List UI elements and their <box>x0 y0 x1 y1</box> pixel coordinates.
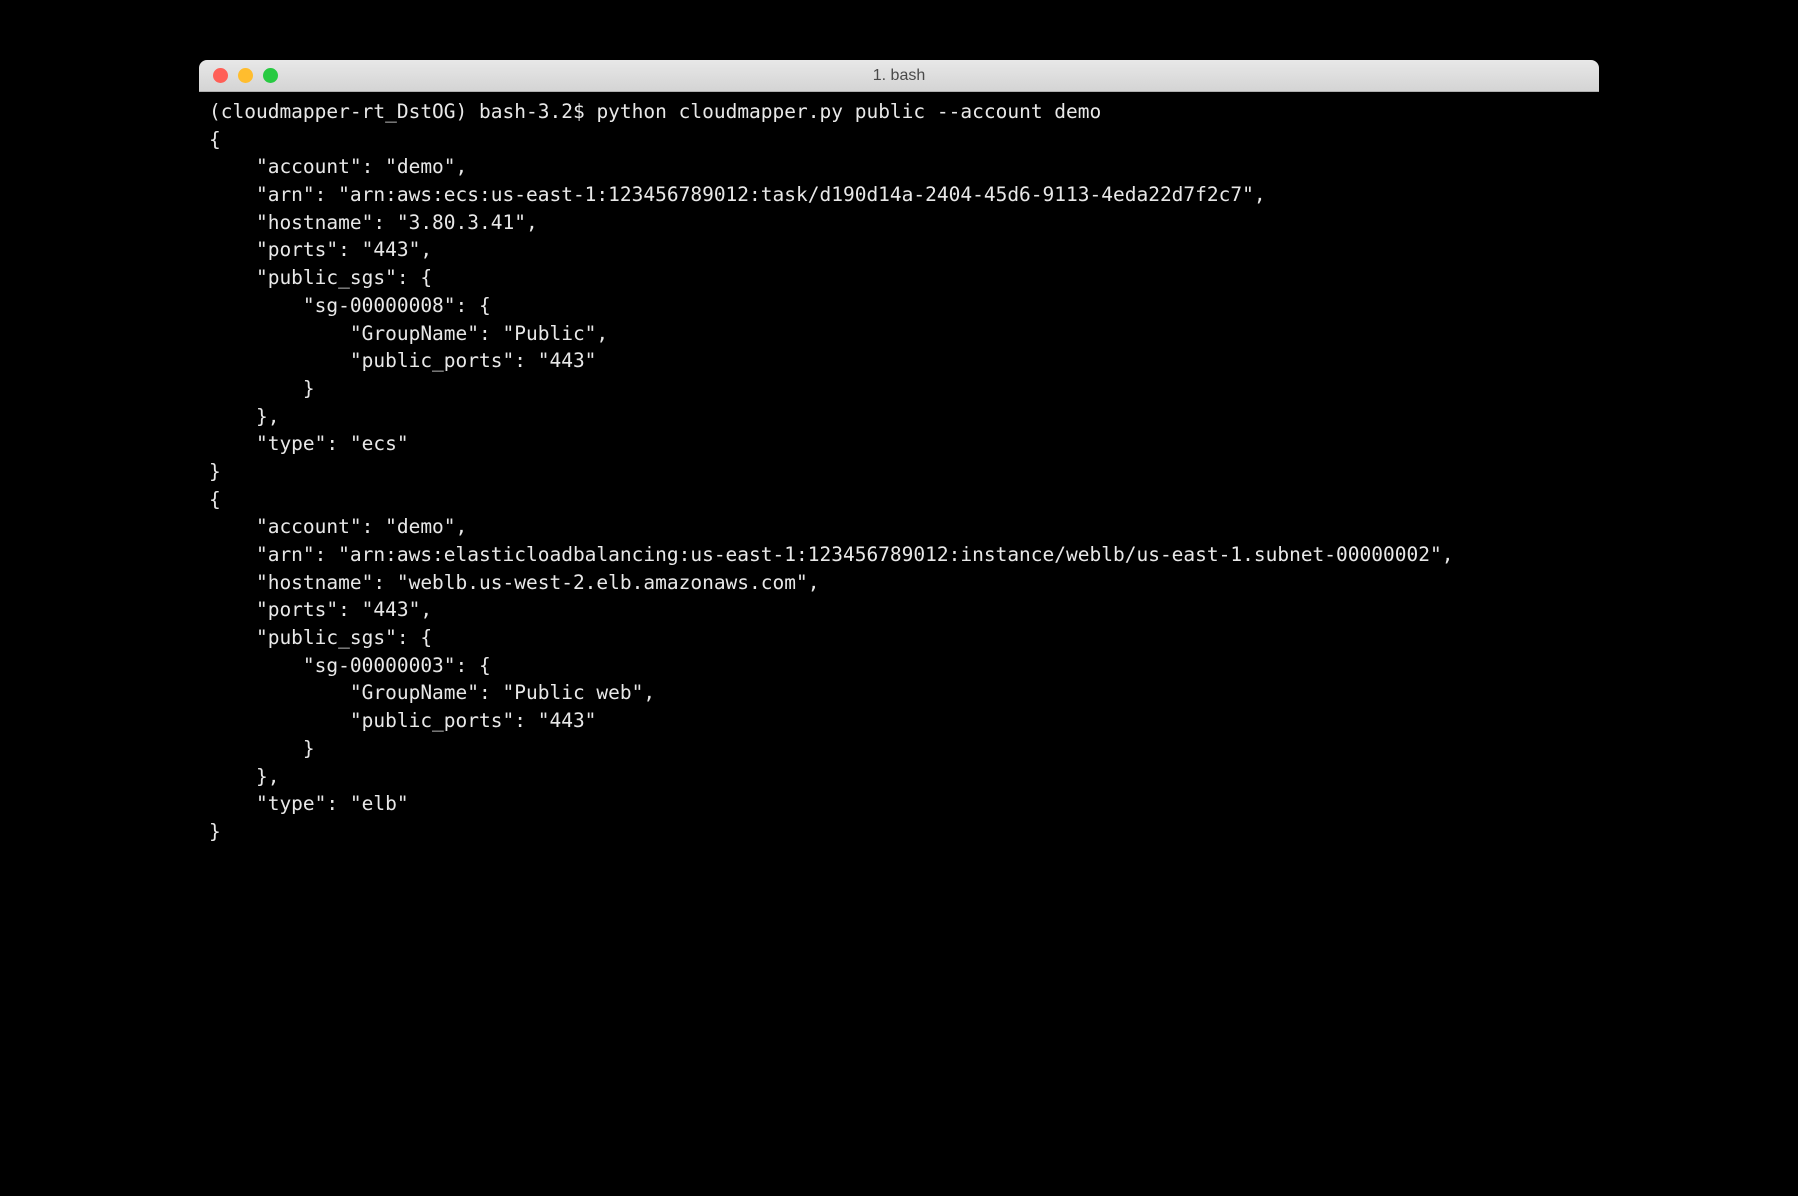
output-line: }, <box>209 405 279 428</box>
output-line: } <box>209 820 221 843</box>
output-line: "hostname": "weblb.us-west-2.elb.amazona… <box>209 571 819 594</box>
output-line: "type": "elb" <box>209 792 409 815</box>
close-button[interactable] <box>213 68 228 83</box>
output-line: "GroupName": "Public web", <box>209 681 655 704</box>
output-line: "public_ports": "443" <box>209 349 596 372</box>
output-line: { <box>209 488 221 511</box>
prompt-env: (cloudmapper-rt_DstOG) <box>209 100 479 123</box>
output-line: "public_sgs": { <box>209 266 432 289</box>
terminal-body[interactable]: (cloudmapper-rt_DstOG) bash-3.2$ python … <box>199 92 1599 962</box>
output-line: "hostname": "3.80.3.41", <box>209 211 538 234</box>
output-line: "GroupName": "Public", <box>209 322 608 345</box>
zoom-button[interactable] <box>263 68 278 83</box>
minimize-button[interactable] <box>238 68 253 83</box>
output-line: } <box>209 377 315 400</box>
window-title: 1. bash <box>199 67 1599 85</box>
terminal-window: 1. bash (cloudmapper-rt_DstOG) bash-3.2$… <box>199 60 1599 962</box>
output-line: "account": "demo", <box>209 155 467 178</box>
output-line: { <box>209 128 221 151</box>
output-line: "ports": "443", <box>209 238 432 261</box>
prompt-command: python cloudmapper.py public --account d… <box>596 100 1101 123</box>
output-line: }, <box>209 765 279 788</box>
output-line: "arn": "arn:aws:ecs:us-east-1:1234567890… <box>209 183 1266 206</box>
traffic-lights <box>199 68 278 83</box>
titlebar[interactable]: 1. bash <box>199 60 1599 92</box>
output-line: } <box>209 737 315 760</box>
output-line: } <box>209 460 221 483</box>
output-line: "sg-00000003": { <box>209 654 491 677</box>
prompt-shell: bash-3.2$ <box>479 100 596 123</box>
prompt-line: (cloudmapper-rt_DstOG) bash-3.2$ python … <box>209 100 1101 123</box>
output-line: "public_ports": "443" <box>209 709 596 732</box>
output-line: "ports": "443", <box>209 598 432 621</box>
output-line: "arn": "arn:aws:elasticloadbalancing:us-… <box>209 543 1453 566</box>
output-line: "public_sgs": { <box>209 626 432 649</box>
output-line: "sg-00000008": { <box>209 294 491 317</box>
output-line: "account": "demo", <box>209 515 467 538</box>
output-line: "type": "ecs" <box>209 432 409 455</box>
